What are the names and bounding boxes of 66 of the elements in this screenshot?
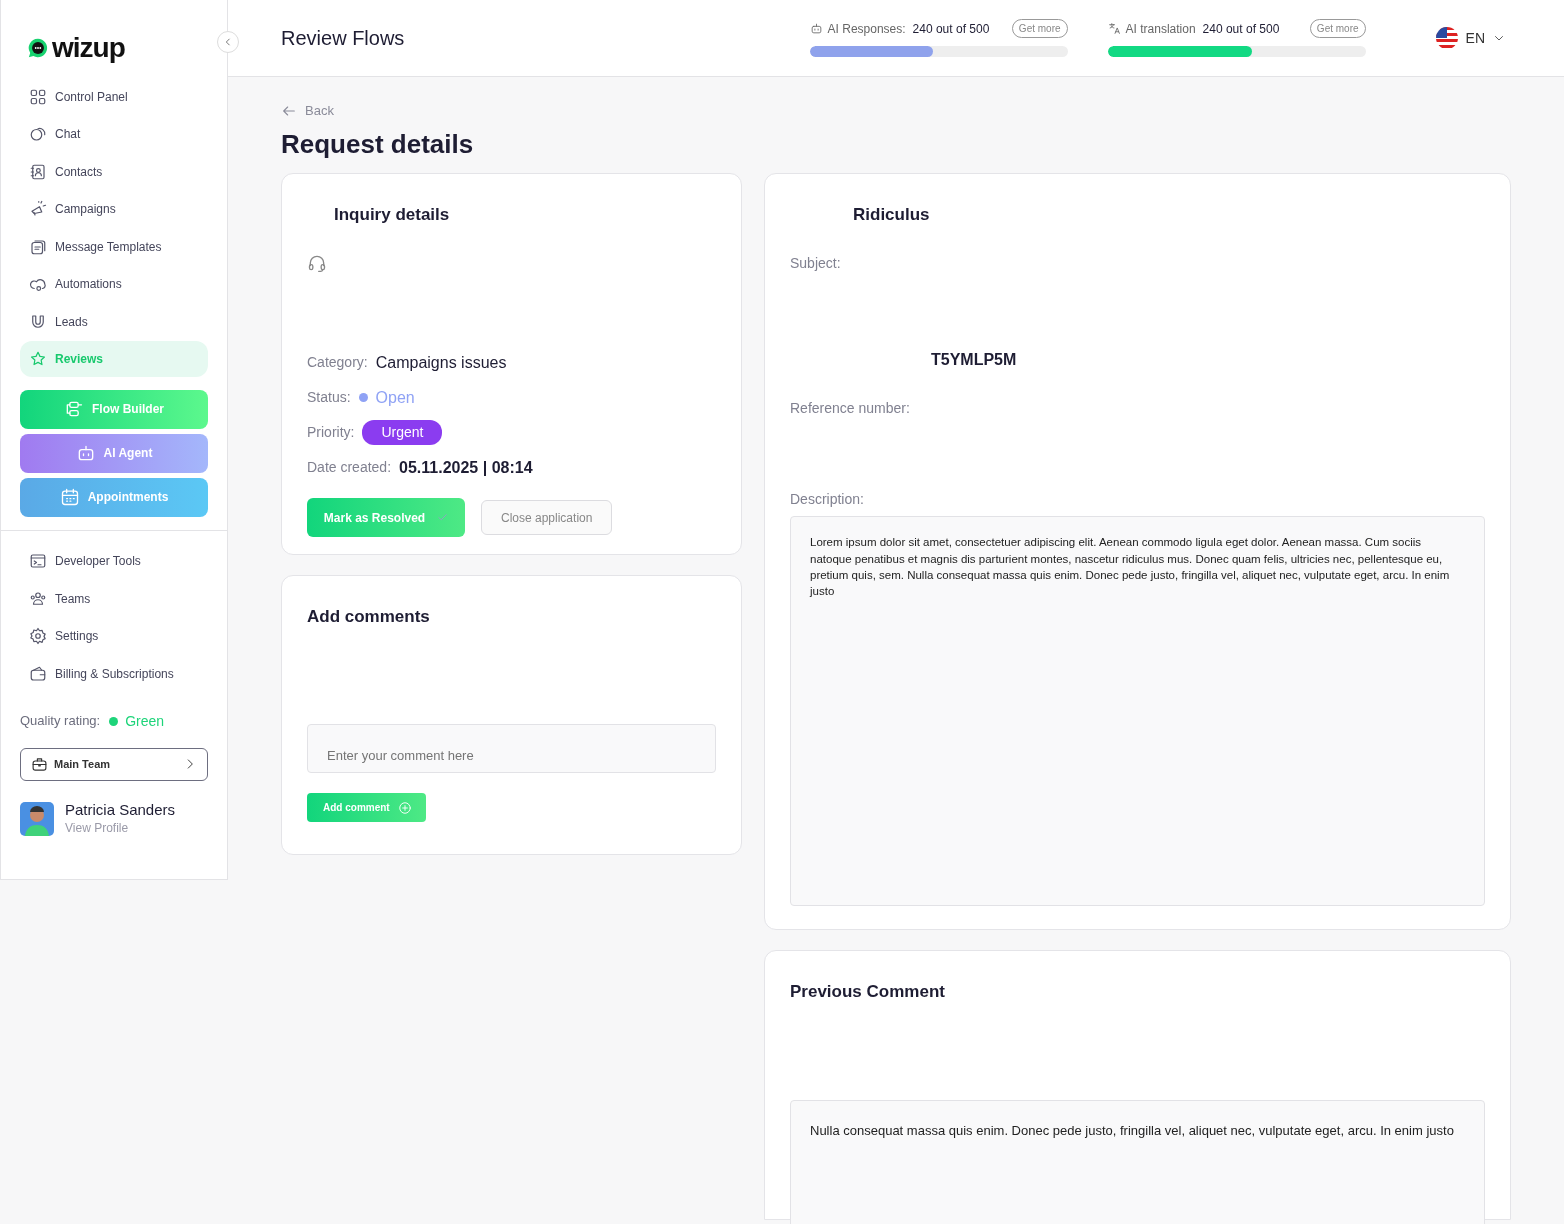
field-label: Priority: (307, 423, 355, 443)
user-name: Patricia Sanders (65, 800, 176, 819)
wallet-icon (29, 664, 47, 683)
brand-name: wizup (52, 34, 125, 62)
people-icon (29, 589, 47, 608)
comment-text: Nulla consequat massa quis enim. Donec pede justo, fringilla vel, aliquet nec, vulputate eget, arcu. In enim justo (810, 1122, 1455, 1141)
sidebar-item[interactable]: Chat (20, 115, 208, 153)
sidebar-item[interactable]: Developer Tools (20, 542, 208, 580)
get-more-button[interactable]: Get more (1309, 19, 1366, 38)
quality-value: Green (125, 711, 165, 731)
usage-count: 240 out of 500 (1202, 20, 1280, 38)
close-application-button[interactable]: Close application (481, 500, 613, 536)
template-icon (29, 237, 47, 256)
sidebar-item[interactable]: Settings (20, 617, 208, 655)
plus-circle-icon (397, 800, 412, 815)
usage-count: 240 out of 500 (912, 20, 990, 38)
contact-book-icon (29, 162, 47, 181)
field-value: Campaigns issues (375, 352, 507, 373)
usage-label: AI translation (1125, 20, 1196, 38)
calendar-icon (59, 487, 80, 507)
flag-icon (1435, 27, 1458, 49)
field-label: Description: (790, 490, 865, 510)
quality-label: Quality rating: (20, 712, 101, 731)
sidebar-item[interactable]: Campaigns (20, 190, 208, 228)
chat-logo-icon (27, 37, 49, 59)
field-label: Category: (307, 353, 368, 373)
team-selector[interactable]: Main Team (20, 747, 208, 781)
sidebar-item[interactable]: Leads (20, 303, 208, 341)
page-header-title: Review Flows (281, 26, 405, 51)
terminal-icon (29, 552, 47, 571)
usage-label: AI Responses: (827, 20, 906, 38)
field-label: Date created: (307, 458, 392, 478)
magnet-icon (29, 312, 47, 331)
status-value: Open (375, 387, 415, 408)
translate-icon (1107, 22, 1121, 35)
sidebar-item[interactable]: Message Templates (20, 228, 208, 266)
headset-icon (307, 253, 327, 274)
sidebar-item[interactable]: Contacts (20, 153, 208, 191)
get-more-button[interactable]: Get more (1011, 19, 1068, 38)
field-value: 05.11.2025 | 08:14 (399, 457, 533, 478)
sidebar-item[interactable]: Teams (20, 580, 208, 618)
sidebar-item[interactable]: Billing & Subscriptions (20, 655, 208, 693)
card-title: Inquiry details (333, 203, 451, 226)
chevron-left-icon (223, 37, 233, 47)
star-icon (29, 349, 47, 368)
robot-icon (809, 22, 823, 35)
chat-bubbles-icon (29, 125, 47, 144)
flow-icon (64, 399, 84, 419)
avatar[interactable] (20, 801, 54, 836)
card-title: Previous Comment (790, 980, 946, 1003)
reference-code: T5YMLP5M (931, 350, 1018, 371)
priority-tag: Urgent (362, 420, 443, 446)
card-title: Ridiculus (852, 203, 931, 226)
briefcase-icon (31, 755, 48, 773)
field-label: Reference number: (790, 399, 911, 419)
field-label: Status: (307, 388, 351, 408)
card-title: Add comments (307, 605, 431, 628)
page-title: Request details (281, 128, 475, 160)
settings-icon (29, 627, 47, 646)
field-label: Subject: (790, 254, 842, 274)
comment-field[interactable]: Enter your comment here (307, 724, 716, 774)
sidebar-item[interactable]: Control Panel (20, 78, 208, 116)
language-selector[interactable]: EN (1429, 26, 1511, 50)
description-text: Lorem ipsum dolor sit amet, consectetuer adipiscing elit. Aenean commodo ligula eget dolor. Aenean massa. Cum sociis natoque penatibus et magnis dis parturient montes, nascetur ridiculus mus. Donec quam felis, ultricies nec, pellentesque eu, pretium quis, sem. Nulla consequat massa quis enim. Donec pede justo, fringilla vel, aliquet nec, vulputate eget, arcu. In enim justo (810, 535, 1451, 600)
grid-icon (29, 87, 47, 106)
sidebar-item[interactable]: Automations (20, 265, 208, 303)
